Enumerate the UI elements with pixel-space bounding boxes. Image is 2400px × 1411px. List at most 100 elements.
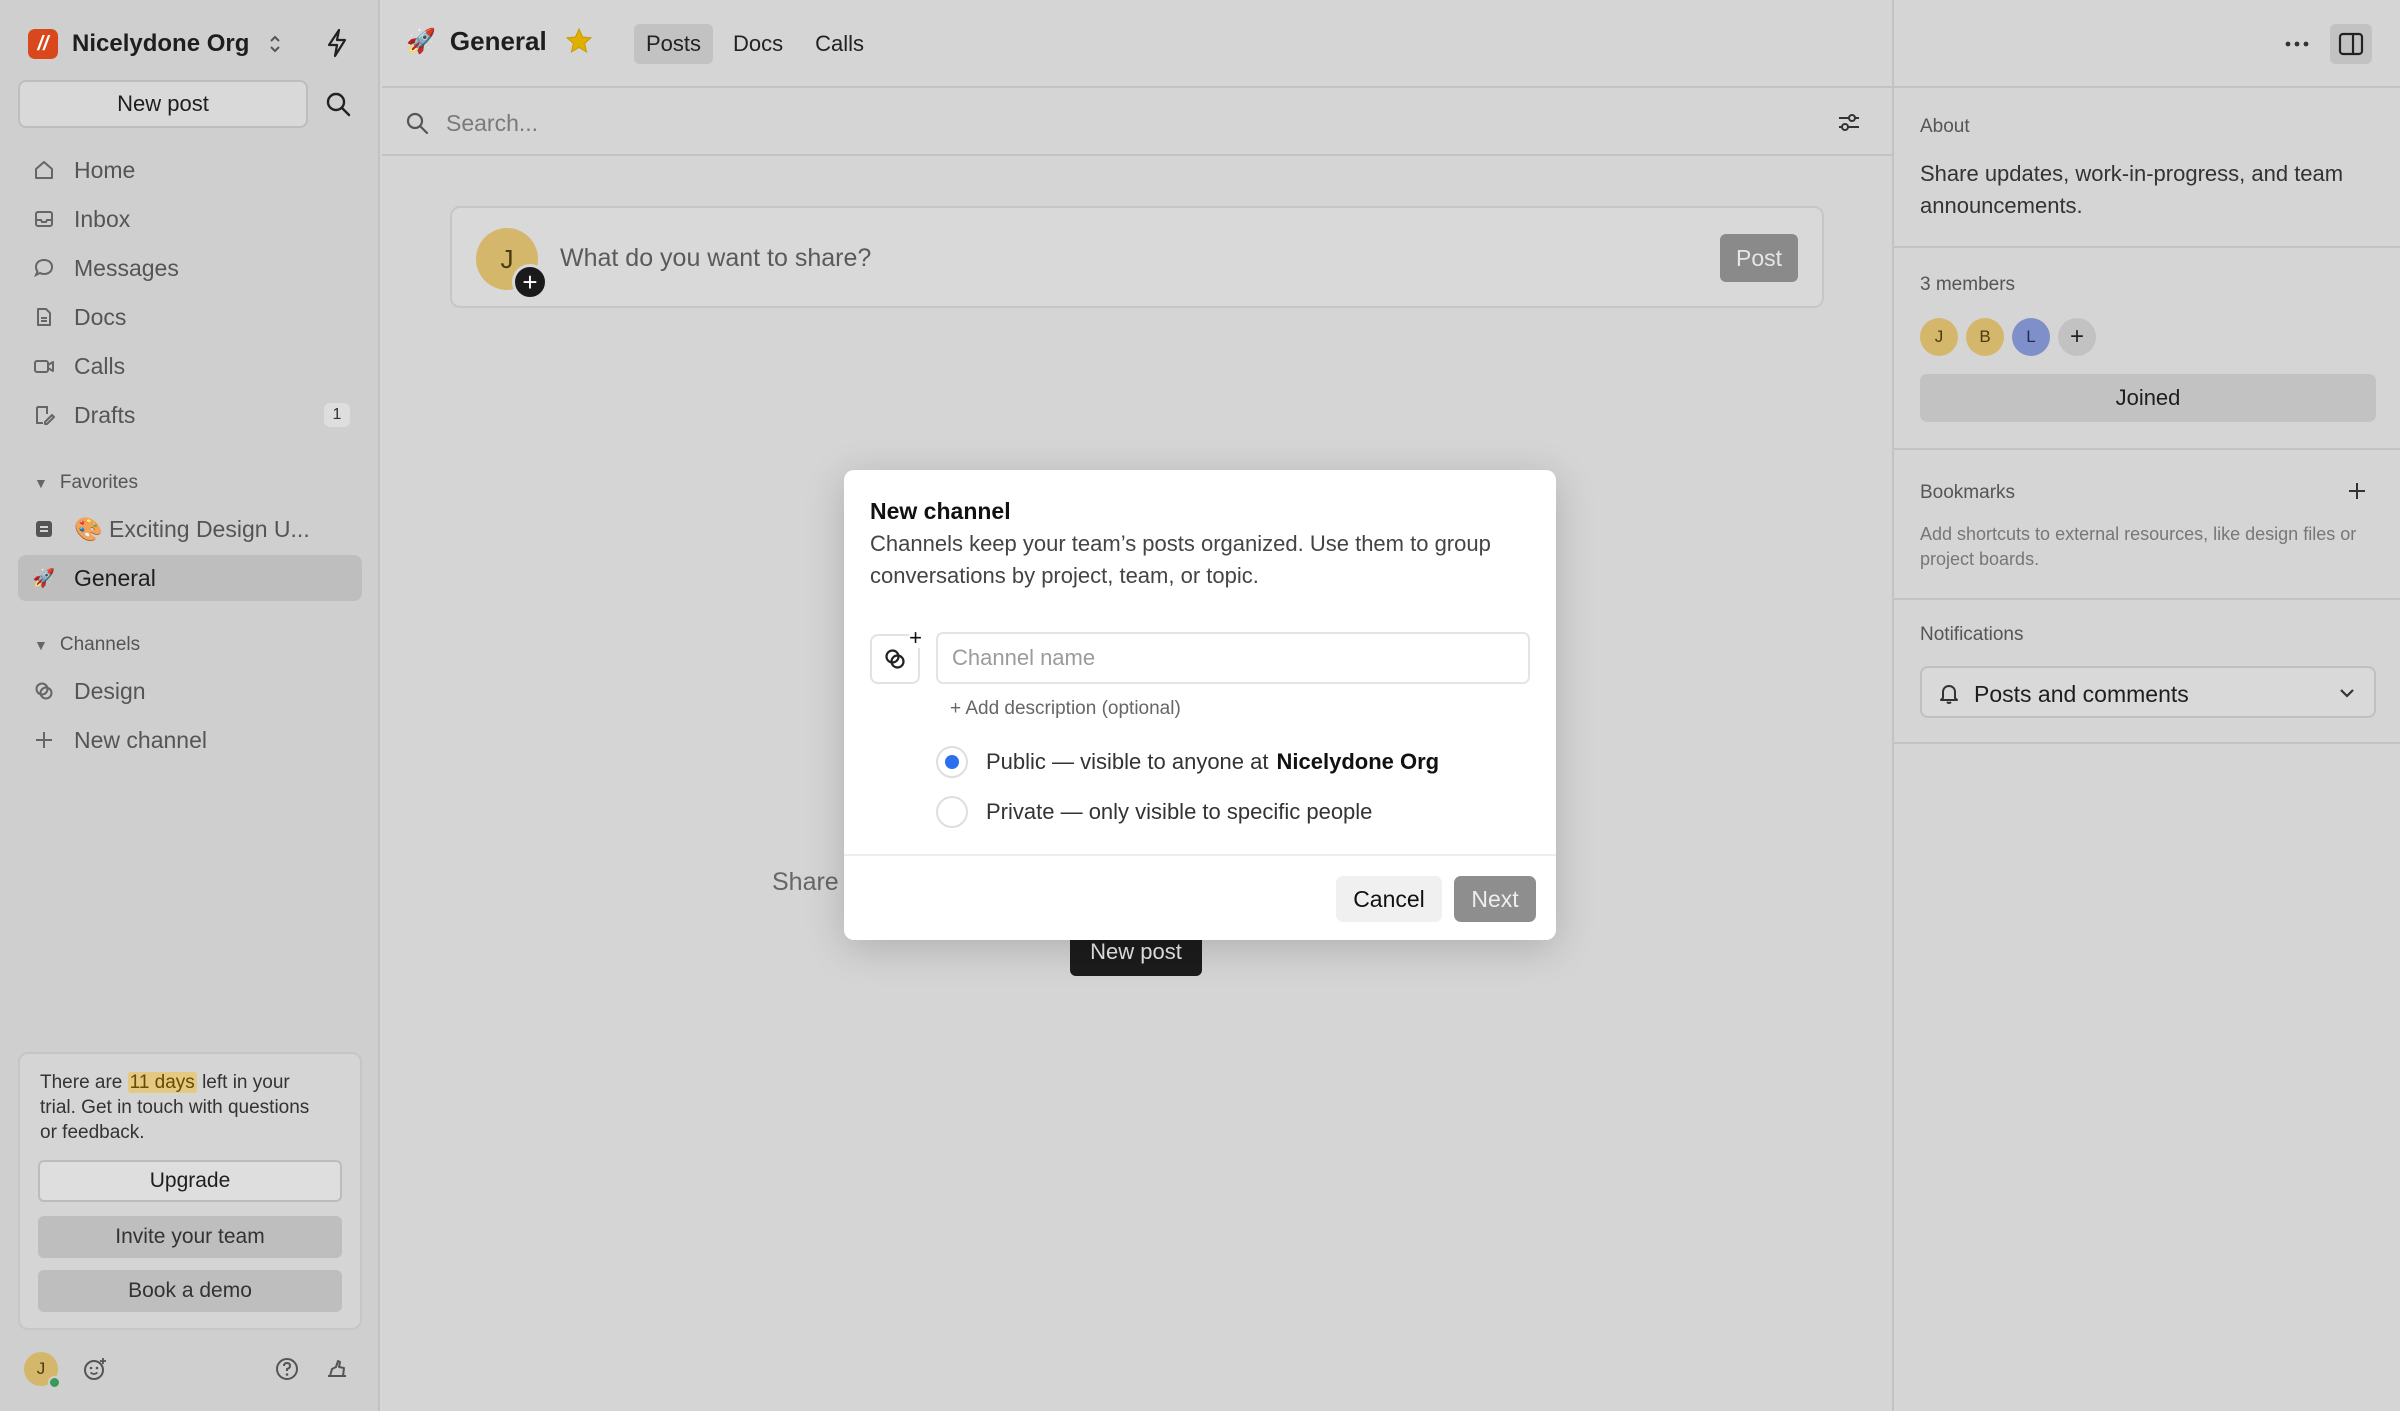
plus-icon	[32, 728, 56, 752]
status-emoji-icon[interactable]	[82, 1356, 108, 1382]
org-switcher[interactable]: // Nicelydone Org	[28, 28, 283, 60]
bookmarks-header: Bookmarks	[1920, 482, 2016, 503]
tab-docs[interactable]: Docs	[721, 24, 795, 64]
add-description-link[interactable]: + Add description (optional)	[950, 698, 1181, 720]
channel-rings-icon	[32, 679, 56, 703]
channel-details-panel: About Share updates, work-in-progress, a…	[1892, 0, 2400, 1411]
inbox-icon	[32, 207, 56, 231]
post-search-bar[interactable]: Search...	[382, 90, 1892, 156]
channel-tabs: Posts Docs Calls	[634, 24, 876, 64]
member-avatar[interactable]: J	[1920, 318, 1958, 356]
joined-button[interactable]: Joined	[1920, 374, 2376, 422]
cancel-button[interactable]: Cancel	[1336, 876, 1442, 922]
bookmarks-hint: Add shortcuts to external resources, lik…	[1920, 524, 2357, 569]
trial-days-highlight: 11 days	[127, 1072, 197, 1093]
channel-title: 🚀 General	[406, 26, 547, 57]
post-button[interactable]: Post	[1720, 234, 1798, 282]
invite-team-button[interactable]: Invite your team	[38, 1216, 342, 1258]
nav-calls[interactable]: Calls	[18, 343, 362, 389]
filter-sliders-icon[interactable]	[1836, 110, 1862, 136]
channel-name-input[interactable]	[936, 632, 1530, 684]
empty-state-text: Share	[772, 868, 839, 896]
plus-icon: +	[909, 625, 922, 650]
favorite-item-general[interactable]: 🚀 General	[18, 555, 362, 601]
radio-private[interactable]	[936, 796, 968, 828]
chevron-up-down-icon	[267, 33, 283, 55]
search-icon[interactable]	[324, 90, 352, 118]
next-button[interactable]: Next	[1454, 876, 1536, 922]
tab-posts[interactable]: Posts	[634, 24, 714, 64]
radio-public[interactable]	[936, 746, 968, 778]
channel-label: Design	[74, 677, 146, 704]
channel-title-text: General	[449, 26, 547, 56]
tab-calls[interactable]: Calls	[803, 24, 876, 64]
favorites-header[interactable]: ▼ Favorites	[34, 472, 138, 494]
public-org-name: Nicelydone Org	[1276, 749, 1440, 774]
radio-selected-dot	[945, 755, 959, 769]
search-placeholder[interactable]: Search...	[446, 110, 538, 137]
star-icon[interactable]	[564, 26, 594, 56]
visibility-private-option[interactable]: Private — only visible to specific peopl…	[936, 795, 1372, 829]
channel-label: New channel	[74, 726, 207, 753]
channel-icon-picker[interactable]: +	[870, 627, 922, 684]
dialog-title: New channel	[870, 498, 1011, 524]
rocket-emoji-icon: 🚀	[32, 567, 56, 588]
nav-inbox[interactable]: Inbox	[18, 196, 362, 242]
drafts-count-badge: 1	[324, 403, 350, 427]
composer-prompt[interactable]: What do you want to share?	[560, 244, 871, 273]
nav-label: Drafts	[74, 401, 136, 428]
new-channel-item[interactable]: New channel	[18, 717, 362, 763]
notifications-select[interactable]: Posts and comments	[1920, 666, 2376, 718]
visibility-public-option[interactable]: Public — visible to anyone at Nicelydone…	[936, 745, 1439, 779]
nav-drafts[interactable]: Drafts 1	[18, 392, 362, 438]
add-attachment-icon[interactable]: +	[512, 264, 548, 300]
notifications-value: Posts and comments	[1974, 681, 2189, 707]
post-list-icon	[32, 517, 56, 541]
add-member-icon[interactable]: +	[2058, 318, 2096, 356]
member-avatar[interactable]: L	[2012, 318, 2050, 356]
nav-messages[interactable]: Messages	[18, 245, 362, 291]
sidebar-toggle-icon[interactable]	[2330, 24, 2372, 64]
help-icon[interactable]	[274, 1356, 300, 1382]
caret-down-icon: ▼	[34, 475, 48, 491]
post-composer[interactable]: J + What do you want to share? Post	[450, 206, 1824, 308]
feedback-hand-icon[interactable]	[324, 1356, 350, 1382]
new-channel-dialog: New channel Channels keep your team’s po…	[844, 470, 1556, 940]
doc-icon	[32, 305, 56, 329]
nav-label: Messages	[74, 254, 179, 281]
sidebar: // Nicelydone Org New post Home Inbox Me…	[0, 0, 380, 1411]
new-post-button[interactable]: New post	[18, 80, 308, 128]
trial-text: There are 11 days left in your trial. Ge…	[40, 1072, 310, 1143]
nav-home[interactable]: Home	[18, 147, 362, 193]
channel-header: 🚀 General Posts Docs Calls	[382, 0, 1892, 88]
about-text: Share updates, work-in-progress, and tea…	[1920, 161, 2344, 218]
member-avatar[interactable]: B	[1966, 318, 2004, 356]
public-label: Public — visible to anyone at	[986, 749, 1269, 774]
book-demo-button[interactable]: Book a demo	[38, 1270, 342, 1312]
nav-label: Inbox	[74, 205, 131, 232]
favorite-item-design-update[interactable]: 🎨 Exciting Design U...	[18, 506, 362, 552]
bolt-icon[interactable]	[324, 28, 350, 58]
bell-icon	[1938, 682, 1960, 706]
nav-docs[interactable]: Docs	[18, 294, 362, 340]
channel-item-design[interactable]: Design	[18, 668, 362, 714]
search-icon	[404, 110, 430, 136]
panel-header	[1894, 0, 2400, 88]
favorite-label: General	[74, 564, 156, 591]
more-horizontal-icon[interactable]	[2284, 32, 2310, 56]
channels-header[interactable]: ▼ Channels	[34, 634, 140, 656]
caret-down-icon: ▼	[34, 637, 48, 653]
org-logo: //	[28, 29, 58, 59]
members-header: 3 members	[1920, 274, 2016, 295]
about-section: About Share updates, work-in-progress, a…	[1894, 90, 2400, 248]
trial-card: There are 11 days left in your trial. Ge…	[18, 1052, 362, 1330]
add-bookmark-icon[interactable]	[2346, 480, 2368, 502]
favorite-label: 🎨 Exciting Design U...	[74, 515, 310, 542]
org-name: Nicelydone Org	[72, 30, 250, 57]
private-label: Private — only visible to specific peopl…	[986, 799, 1373, 824]
channel-rings-icon	[885, 649, 905, 669]
upgrade-button[interactable]: Upgrade	[38, 1160, 342, 1202]
nav-label: Home	[74, 156, 136, 183]
chat-bubble-icon	[32, 256, 56, 280]
chevron-down-icon	[2338, 684, 2356, 702]
